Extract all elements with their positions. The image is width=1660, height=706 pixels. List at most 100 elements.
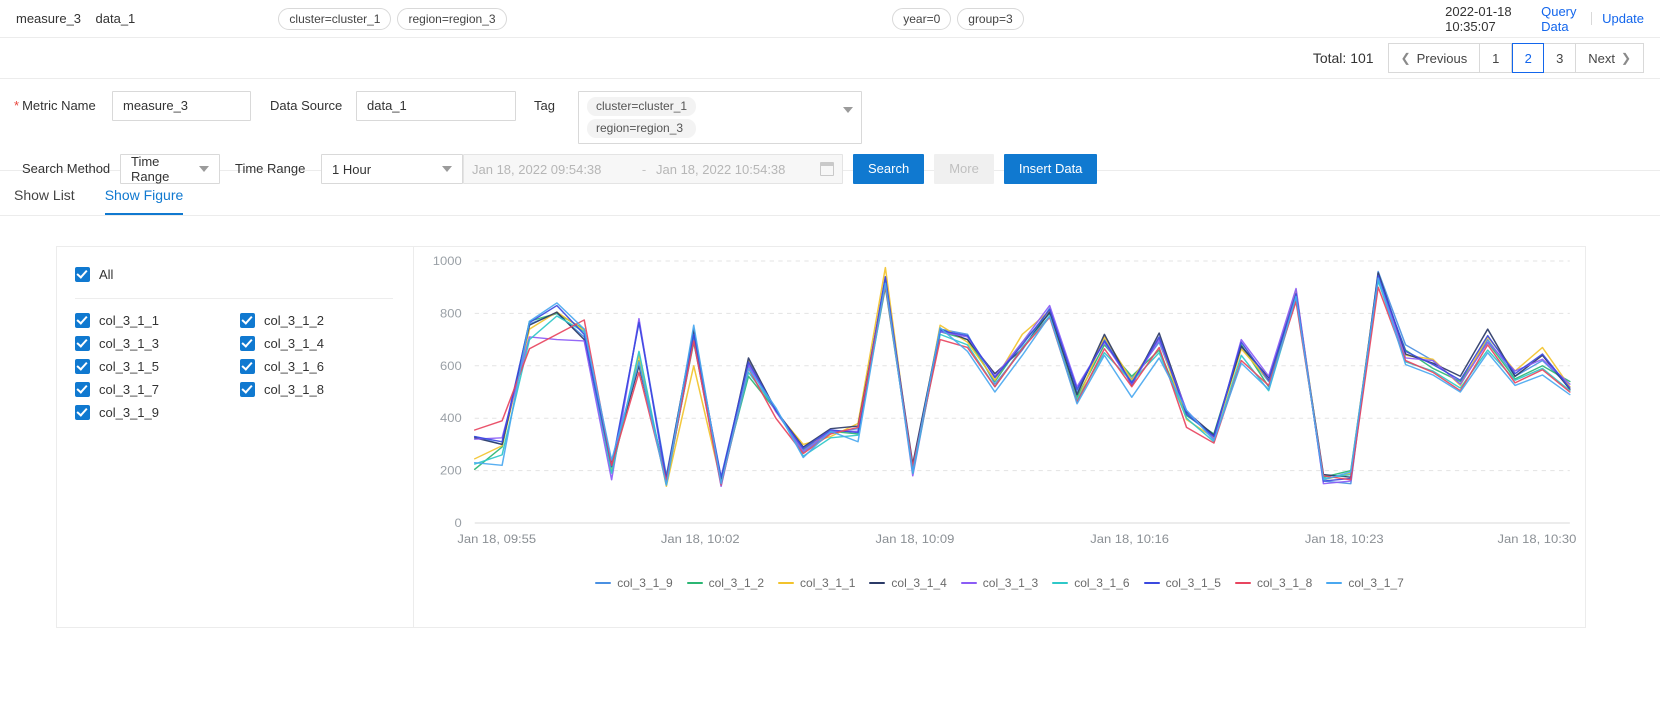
previous-page-button[interactable]: ❮ Previous: [1387, 43, 1481, 73]
search-form: * Metric Name measure_3 Data Source data_…: [0, 79, 1660, 184]
required-asterisk: *: [14, 98, 20, 113]
page-button-2[interactable]: 2: [1512, 43, 1545, 73]
select-all-label: All: [99, 267, 114, 282]
y-axis-tick: 200: [440, 464, 462, 477]
series-line-col_3_1_5: [473, 274, 1571, 482]
data-source-input[interactable]: data_1: [356, 91, 516, 121]
series-line-col_3_1_9: [473, 270, 1571, 485]
series-checkbox-col_3_1_4[interactable]: [240, 336, 255, 351]
tab-show-figure[interactable]: Show Figure: [104, 187, 184, 215]
legend-line-swatch: [1052, 582, 1069, 584]
previous-page-label: Previous: [1416, 50, 1468, 66]
select-all-checkbox[interactable]: [75, 267, 90, 282]
series-checkbox-row[interactable]: col_3_1_5: [75, 357, 240, 376]
series-checkbox-col_3_1_6[interactable]: [240, 359, 255, 374]
legend-label: col_3_1_9: [617, 576, 673, 590]
series-label: col_3_1_4: [264, 336, 324, 351]
search-method-select[interactable]: Time Range: [120, 154, 220, 184]
summary-tag-group-1: cluster=cluster_1 region=region_3: [278, 7, 507, 30]
search-button[interactable]: Search: [853, 154, 925, 184]
chart-legend-item-col_3_1_1[interactable]: col_3_1_1: [778, 576, 855, 590]
calendar-icon[interactable]: [820, 162, 834, 176]
selector-divider: [75, 298, 393, 299]
y-axis-tick: 400: [440, 412, 462, 425]
legend-label: col_3_1_7: [1348, 576, 1404, 590]
date-range-separator: -: [641, 161, 647, 177]
series-checkbox-col_3_1_5[interactable]: [75, 359, 90, 374]
series-checkbox-col_3_1_2[interactable]: [240, 313, 255, 328]
metric-name-input[interactable]: measure_3: [112, 91, 251, 121]
select-all-row[interactable]: All: [75, 265, 393, 284]
figure-content: All col_3_1_1 col_3_1_2 col_3_1_3 col_3_…: [0, 216, 1660, 628]
series-checkbox-row[interactable]: col_3_1_8: [240, 380, 405, 399]
chart-legend-item-col_3_1_4[interactable]: col_3_1_4: [869, 576, 947, 590]
time-range-select[interactable]: 1 Hour: [321, 154, 463, 184]
chart-legend: col_3_1_9 col_3_1_2 col_3_1_1 col_3_1_4 col_…: [414, 570, 1585, 600]
legend-label: col_3_1_3: [982, 576, 1039, 590]
series-checkbox-row[interactable]: col_3_1_2: [240, 311, 405, 330]
summary-data-source: data_1: [95, 11, 136, 26]
chart-legend-item-col_3_1_8[interactable]: col_3_1_8: [1234, 576, 1313, 590]
series-checkbox-row[interactable]: col_3_1_1: [75, 311, 240, 330]
series-checkbox-grid: col_3_1_1 col_3_1_2 col_3_1_3 col_3_1_4 …: [75, 311, 393, 422]
metric-name-label-text: Metric Name: [22, 98, 96, 113]
series-checkbox-col_3_1_8[interactable]: [240, 382, 255, 397]
more-button[interactable]: More: [934, 154, 994, 184]
x-axis-tick: Jan 18, 10:09: [876, 532, 955, 545]
legend-line-swatch: [686, 582, 703, 584]
chart-legend-item-col_3_1_7[interactable]: col_3_1_7: [1326, 576, 1404, 590]
series-checkbox-row[interactable]: col_3_1_9: [75, 403, 240, 422]
legend-label: col_3_1_8: [1256, 576, 1313, 590]
next-page-button[interactable]: Next ❯: [1576, 43, 1644, 73]
series-checkbox-col_3_1_9[interactable]: [75, 405, 90, 420]
series-label: col_3_1_2: [264, 313, 324, 328]
line-chart[interactable]: 0 200 400 600 800 1000 Jan 18, 09:55 Jan 18, 10…: [414, 247, 1585, 570]
update-link[interactable]: Update: [1602, 11, 1644, 26]
summary-actions: Query Data Update: [1541, 4, 1644, 34]
series-checkbox-col_3_1_7[interactable]: [75, 382, 90, 397]
series-label: col_3_1_6: [264, 359, 324, 374]
series-checkbox-row[interactable]: col_3_1_7: [75, 380, 240, 399]
search-method-value: Time Range: [131, 154, 170, 184]
data-source-label: Data Source: [270, 98, 343, 113]
series-label: col_3_1_8: [264, 382, 324, 397]
legend-line-swatch: [960, 582, 977, 584]
chart-legend-item-col_3_1_5[interactable]: col_3_1_5: [1143, 576, 1221, 590]
summary-tag-year: year=0: [892, 7, 952, 30]
query-data-link[interactable]: Query Data: [1541, 4, 1581, 34]
top-summary-bar: measure_3 data_1 cluster=cluster_1 regio…: [0, 0, 1660, 38]
insert-data-button[interactable]: Insert Data: [1003, 154, 1098, 184]
series-checkbox-row[interactable]: col_3_1_4: [240, 334, 405, 353]
page-button-1[interactable]: 1: [1480, 43, 1513, 73]
summary-tag-group: group=3: [957, 7, 1024, 30]
summary-tag-region: region=region_3: [397, 7, 507, 30]
chart-legend-item-col_3_1_2[interactable]: col_3_1_2: [686, 576, 764, 590]
legend-line-swatch: [869, 582, 886, 584]
chart-legend-item-col_3_1_9[interactable]: col_3_1_9: [595, 576, 673, 590]
tab-show-list[interactable]: Show List: [14, 187, 75, 215]
summary-timestamp: 2022-01-18 10:35:07: [1445, 3, 1512, 34]
metric-name-label: * Metric Name: [12, 91, 112, 121]
date-end-input[interactable]: Jan 18, 2022 10:54:38: [656, 162, 816, 177]
series-label: col_3_1_1: [99, 313, 159, 328]
series-checkbox-col_3_1_1[interactable]: [75, 313, 90, 328]
chevron-down-icon: [442, 166, 452, 172]
y-axis-tick: 1000: [433, 254, 462, 267]
series-checkbox-row[interactable]: col_3_1_3: [75, 334, 240, 353]
chart-legend-item-col_3_1_6[interactable]: col_3_1_6: [1052, 576, 1130, 590]
date-start-input[interactable]: Jan 18, 2022 09:54:38: [472, 162, 632, 177]
chevron-left-icon: ❮: [1400, 51, 1411, 65]
series-line-col_3_1_7: [473, 277, 1571, 486]
series-checkbox-row[interactable]: col_3_1_6: [240, 357, 405, 376]
chart-legend-item-col_3_1_3[interactable]: col_3_1_3: [960, 576, 1039, 590]
line-chart-svg[interactable]: 0 200 400 600 800 1000 Jan 18, 09:55 Jan 18, 10…: [414, 247, 1585, 567]
legend-line-swatch: [778, 582, 795, 584]
tag-chip-cluster: cluster=cluster_1: [587, 97, 697, 116]
series-checkbox-col_3_1_3[interactable]: [75, 336, 90, 351]
page-button-3[interactable]: 3: [1544, 43, 1577, 73]
tag-select[interactable]: cluster=cluster_1 region=region_3: [578, 91, 862, 144]
legend-line-swatch: [1143, 582, 1160, 584]
series-label: col_3_1_3: [99, 336, 159, 351]
date-range-picker[interactable]: Jan 18, 2022 09:54:38 - Jan 18, 2022 10:…: [463, 154, 843, 184]
x-axis-tick: Jan 18, 10:30: [1498, 532, 1577, 545]
